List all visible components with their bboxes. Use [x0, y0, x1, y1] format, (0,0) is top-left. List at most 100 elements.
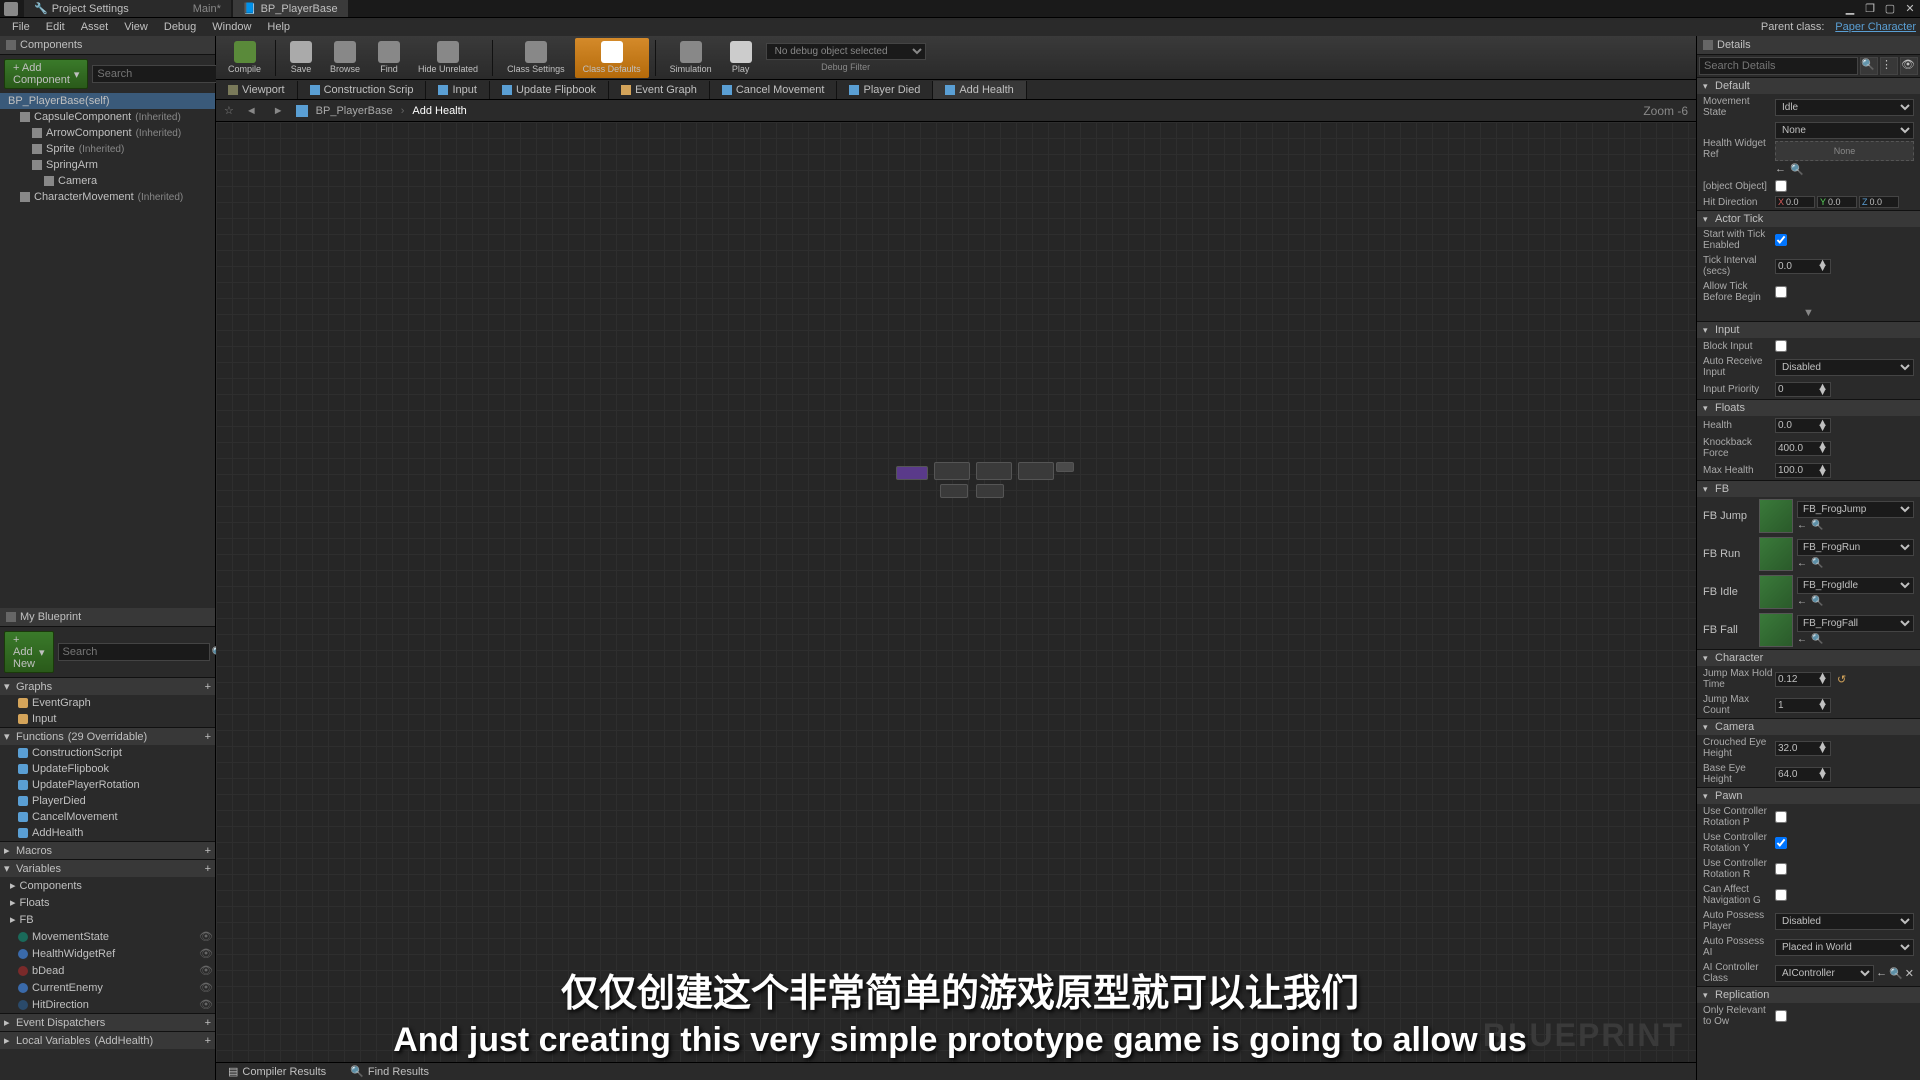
find-button[interactable]: Find [370, 38, 408, 78]
nav-checkbox[interactable] [1775, 889, 1787, 901]
tab-add-health[interactable]: Add Health [933, 81, 1026, 99]
variables-section[interactable]: ▾Variables+ [0, 859, 215, 877]
graph-eventgraph[interactable]: EventGraph [0, 695, 215, 711]
find-results-tab[interactable]: 🔍Find Results [338, 1063, 441, 1080]
tab-project-settings[interactable]: 🔧 Project Settings Main* [24, 0, 231, 17]
graphs-section[interactable]: ▾Graphs+ [0, 677, 215, 695]
fn-playerdied[interactable]: PlayerDied [0, 793, 215, 809]
component-camera[interactable]: Camera [0, 173, 215, 189]
menu-debug[interactable]: Debug [156, 21, 204, 33]
var-group-floats[interactable]: ▸Floats [0, 894, 215, 911]
add-function-button[interactable]: + [205, 731, 211, 743]
hide-unrelated-button[interactable]: Hide Unrelated [410, 38, 486, 78]
nav-forward-button[interactable]: ► [269, 105, 288, 117]
tab-event-graph[interactable]: Event Graph [609, 81, 710, 99]
tab-bp-playerbase[interactable]: 📘 BP_PlayerBase [233, 0, 348, 17]
search-icon[interactable]: 🔍 [1860, 57, 1878, 75]
fn-addhealth[interactable]: AddHealth [0, 825, 215, 841]
menu-view[interactable]: View [116, 21, 156, 33]
debug-object-select[interactable]: No debug object selected [766, 43, 926, 60]
fn-updateplayerrotation[interactable]: UpdatePlayerRotation [0, 777, 215, 793]
add-graph-button[interactable]: + [205, 681, 211, 693]
tab-update-flipbook[interactable]: Update Flipbook [490, 81, 609, 99]
var-bdead[interactable]: bDead👁 [0, 962, 215, 979]
functions-section[interactable]: ▾Functions (29 Overridable)+ [0, 727, 215, 745]
menu-help[interactable]: Help [259, 21, 298, 33]
add-local-button[interactable]: + [205, 1035, 211, 1047]
graph-nodes[interactable] [896, 462, 1076, 502]
browse-asset-icon[interactable]: 🔍 [1811, 596, 1823, 607]
max-health-input[interactable] [1776, 464, 1816, 477]
maximize-icon[interactable]: ▢ [1884, 2, 1896, 15]
input-priority-input[interactable] [1776, 383, 1816, 396]
only-relevant-checkbox[interactable] [1775, 1010, 1787, 1022]
add-macro-button[interactable]: + [205, 845, 211, 857]
use-rot-p-checkbox[interactable] [1775, 811, 1787, 823]
tick-interval-input[interactable] [1776, 260, 1816, 273]
fb-idle-select[interactable]: FB_FrogIdle [1797, 577, 1914, 594]
use-selected-icon[interactable]: ← [1797, 520, 1807, 531]
var-hitdirection[interactable]: HitDirection👁 [0, 996, 215, 1013]
browse-asset-icon[interactable]: 🔍 [1889, 967, 1903, 980]
section-replication[interactable]: ▾Replication [1697, 987, 1920, 1003]
tab-construction[interactable]: Construction Scrip [298, 81, 427, 99]
var-currentenemy[interactable]: CurrentEnemy👁 [0, 979, 215, 996]
block-input-checkbox[interactable] [1775, 340, 1787, 352]
browse-asset-icon[interactable]: 🔍 [1811, 558, 1823, 569]
fb-jump-select[interactable]: FB_FrogJump [1797, 501, 1914, 518]
visibility-icon[interactable]: 👁 [199, 930, 211, 943]
start-tick-checkbox[interactable] [1775, 234, 1787, 246]
view-options-icon[interactable]: ⋮ [1880, 57, 1898, 75]
menu-edit[interactable]: Edit [38, 21, 73, 33]
fb-idle-thumbnail[interactable] [1759, 575, 1793, 609]
menu-file[interactable]: File [4, 21, 38, 33]
tab-viewport[interactable]: Viewport [216, 81, 298, 99]
minimize-icon[interactable]: ▁ [1844, 2, 1856, 15]
component-root[interactable]: BP_PlayerBase(self) [0, 93, 215, 109]
macros-section[interactable]: ▸Macros+ [0, 841, 215, 859]
browse-asset-icon[interactable]: 🔍 [1811, 520, 1823, 531]
fb-fall-thumbnail[interactable] [1759, 613, 1793, 647]
play-button[interactable]: Play [722, 38, 760, 78]
add-component-button[interactable]: + Add Component▾ [4, 59, 88, 89]
visibility-icon[interactable]: 👁 [199, 964, 211, 977]
section-input[interactable]: ▾Input [1697, 322, 1920, 338]
add-new-button[interactable]: + Add New▾ [4, 631, 54, 673]
section-camera[interactable]: ▾Camera [1697, 719, 1920, 735]
auto-receive-select[interactable]: Disabled [1775, 359, 1914, 376]
close-icon[interactable]: ✕ [1904, 2, 1916, 15]
use-rot-y-checkbox[interactable] [1775, 837, 1787, 849]
blueprint-search-input[interactable] [58, 643, 210, 661]
fn-updateflipbook[interactable]: UpdateFlipbook [0, 761, 215, 777]
locals-section[interactable]: ▸Local Variables (AddHealth)+ [0, 1031, 215, 1049]
use-rot-r-checkbox[interactable] [1775, 863, 1787, 875]
var-group-fb[interactable]: ▸FB [0, 911, 215, 928]
tab-player-died[interactable]: Player Died [837, 81, 933, 99]
hitdir-y-input[interactable] [1828, 197, 1854, 207]
none-thumbnail[interactable]: None [1775, 141, 1914, 161]
save-button[interactable]: Save [282, 38, 320, 78]
var-healthwidgetref[interactable]: HealthWidgetRef👁 [0, 945, 215, 962]
use-selected-icon[interactable]: ← [1797, 634, 1807, 645]
add-dispatcher-button[interactable]: + [205, 1017, 211, 1029]
favorite-icon[interactable]: ☆ [224, 104, 234, 117]
section-actor-tick[interactable]: ▾Actor Tick [1697, 211, 1920, 227]
graph-input[interactable]: Input [0, 711, 215, 727]
health-input[interactable] [1776, 419, 1816, 432]
ai-class-select[interactable]: AIController [1775, 965, 1874, 982]
browse-asset-icon[interactable]: 🔍 [1811, 634, 1823, 645]
simulation-button[interactable]: Simulation [662, 38, 720, 78]
compile-button[interactable]: Compile [220, 38, 269, 78]
component-arrow[interactable]: ArrowComponent (Inherited) [0, 125, 215, 141]
fn-constructionscript[interactable]: ConstructionScript [0, 745, 215, 761]
breadcrumb-root[interactable]: BP_PlayerBase [316, 105, 393, 117]
reset-icon[interactable]: ↺ [1837, 673, 1846, 686]
fb-run-thumbnail[interactable] [1759, 537, 1793, 571]
var-group-components[interactable]: ▸Components [0, 877, 215, 894]
component-sprite[interactable]: Sprite (Inherited) [0, 141, 215, 157]
section-fb[interactable]: ▾FB [1697, 481, 1920, 497]
browse-button[interactable]: Browse [322, 38, 368, 78]
use-selected-icon[interactable]: ← [1797, 596, 1807, 607]
use-selected-icon[interactable]: ← [1876, 967, 1887, 979]
auto-possess-select[interactable]: Disabled [1775, 913, 1914, 930]
